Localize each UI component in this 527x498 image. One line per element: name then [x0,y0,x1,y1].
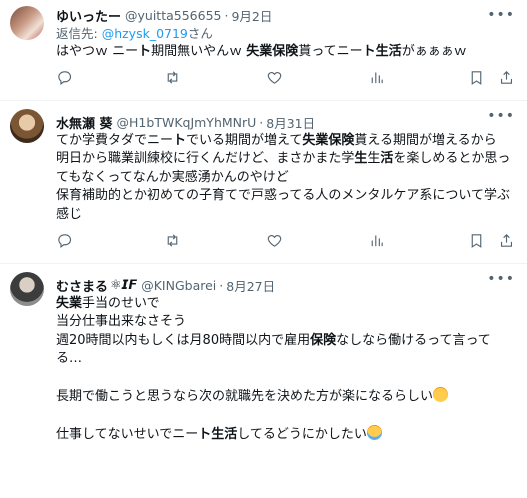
action-bar [56,61,515,93]
more-horizontal-icon[interactable]: ••• [487,8,515,22]
tweet-3[interactable]: ••• むさまる ⚛𝙄𝙁 @KINGbarei · 8月27日 失業手当のせいで … [0,264,527,498]
heart-icon[interactable] [266,230,284,250]
tweet-text: はやつｗ ニート期間無いやんｗ 失業保険貰ってニート生活がぁぁぁｗ [56,43,515,61]
user-handle[interactable]: @KINGbarei [141,278,216,293]
text-segment: 手当のせいで 当分仕事出来なさそう 週20時間以内もしくは月80時間以内で雇用 [56,296,311,348]
heart-icon[interactable] [266,67,284,87]
tweet-header: むさまる ⚛𝙄𝙁 @KINGbarei · 8月27日 [56,276,515,295]
reply-context: 返信先: @hzysk_0719さん [56,25,515,42]
reply-to-link[interactable]: @hzysk_0719 [102,26,188,41]
tweet-header: ゆいったー @yuitta556655 · 9月2日 [56,6,515,25]
sweat-smile-emoji-icon [433,387,449,403]
user-handle[interactable]: @H1bTWKqJmYhMNrU [117,115,257,130]
reply-suffix: さん [187,26,213,41]
display-name[interactable]: 水無瀬 葵 [56,113,113,132]
bookmark-icon[interactable] [467,67,485,87]
bookmark-icon[interactable] [467,230,485,250]
text-segment: がぁぁぁｗ [401,44,467,59]
share-icon[interactable] [497,230,515,250]
text-segment: 仕事してないせいでニー [56,426,199,442]
highlighted-keyword: 失業保険 [246,44,299,59]
display-name[interactable]: むさまる [56,276,108,295]
avatar[interactable] [10,272,44,306]
text-segment: でいる期間が増えて [186,133,303,148]
tweet-date[interactable]: 8月27日 [226,276,275,295]
share-icon[interactable] [497,67,515,87]
display-name-suffix: ⚛𝙄𝙁 [110,277,138,293]
reply-icon[interactable] [56,67,74,87]
tweet-header: 水無瀬 葵 @H1bTWKqJmYhMNrU · 8月31日 [56,113,515,132]
display-name[interactable]: ゆいったー [56,6,121,25]
tweet-2[interactable]: ••• 水無瀬 葵 @H1bTWKqJmYhMNrU · 8月31日 てか学費タ… [0,101,527,264]
separator-dot: · [224,7,229,23]
highlighted-keyword: 保険 [310,332,337,348]
reply-prefix: 返信先: [56,26,102,41]
text-segment: してるどうにかしたい [237,426,367,442]
text-segment: 生 [367,151,381,167]
avatar[interactable] [10,6,44,40]
text-segment: 貰ってニー [298,44,363,59]
highlighted-keyword: 失業保険 [302,133,355,148]
tweet-date[interactable]: 9月2日 [231,6,272,25]
text-segment: 期間無いやんｗ [151,44,247,59]
separator-dot: · [219,277,224,293]
highlighted-keyword: 活 [380,151,394,167]
crying-emoji-icon [366,424,382,440]
highlighted-keyword: 失業 [56,296,83,311]
retweet-icon[interactable] [164,67,182,87]
highlighted-keyword: 生 [354,151,368,167]
highlighted-keyword: ト生活 [362,44,402,59]
avatar[interactable] [10,109,44,143]
highlighted-keyword: ト [173,133,187,148]
tweet-1[interactable]: ••• ゆいったー @yuitta556655 · 9月2日 返信先: @hzy… [0,0,527,101]
user-handle[interactable]: @yuitta556655 [125,8,221,23]
analytics-icon[interactable] [367,67,385,87]
text-segment: はやつｗ ニー [56,44,139,59]
more-horizontal-icon[interactable]: ••• [487,109,515,123]
action-bar [56,224,515,256]
tweet-text: てか学費タダでニートでいる期間が増えて失業保険貰える期間が増えるから 明日から職… [56,132,515,224]
reply-icon[interactable] [56,230,74,250]
tweet-text: 失業手当のせいで 当分仕事出来なさそう 週20時間以内もしくは月80時間以内で雇… [56,295,515,444]
highlighted-keyword: ト生活 [198,426,238,442]
tweet-date[interactable]: 8月31日 [266,113,315,132]
separator-dot: · [259,114,264,130]
analytics-icon[interactable] [367,230,385,250]
more-horizontal-icon[interactable]: ••• [487,272,515,286]
text-segment: てか学費タダでニー [56,133,174,148]
retweet-icon[interactable] [164,230,182,250]
highlighted-keyword: ト [138,44,152,59]
